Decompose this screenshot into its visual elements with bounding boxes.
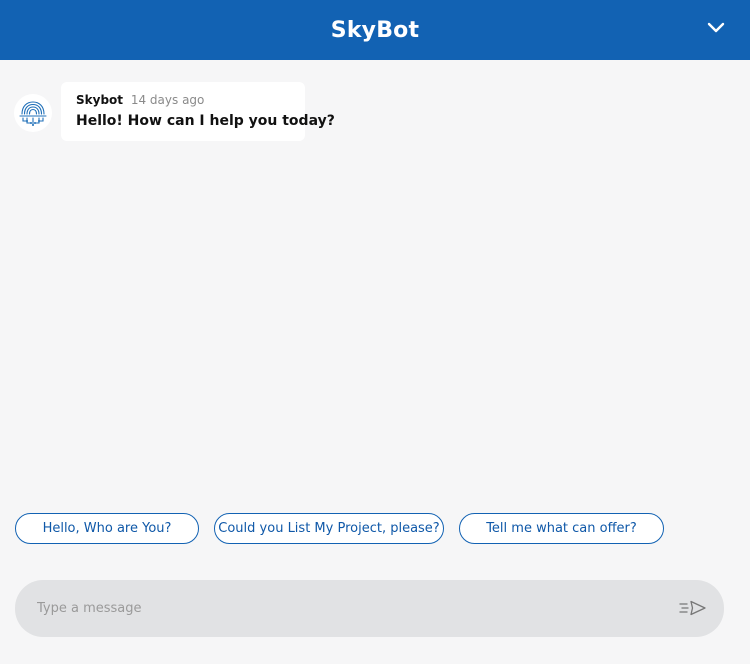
message-timestamp: 14 days ago bbox=[130, 93, 205, 107]
message-input[interactable] bbox=[37, 580, 637, 637]
message-composer bbox=[15, 580, 724, 637]
message-sender: Skybot bbox=[76, 93, 124, 107]
send-icon bbox=[679, 600, 706, 616]
message-bubble: Skybot 14 days ago Hello! How can I help… bbox=[61, 82, 335, 141]
suggestion-chip-who-are-you[interactable]: Hello, Who are You? bbox=[15, 513, 199, 544]
suggestion-chip-what-can-offer[interactable]: Tell me what can offer? bbox=[459, 513, 664, 544]
suggestion-chips: Hello, Who are You? Could you List My Pr… bbox=[15, 513, 664, 544]
message-meta: Skybot 14 days ago bbox=[76, 93, 204, 107]
collapse-chat-button[interactable] bbox=[704, 16, 728, 40]
chevron-down-icon bbox=[707, 22, 725, 33]
brain-circuit-icon bbox=[19, 101, 47, 126]
chat-title: SkyBot bbox=[330, 17, 420, 43]
suggestion-chip-list-projects[interactable]: Could you List My Project, please? bbox=[214, 513, 444, 544]
avatar bbox=[14, 94, 52, 132]
chat-header: SkyBot bbox=[0, 0, 750, 60]
send-button[interactable] bbox=[678, 596, 708, 620]
message-text: Hello! How can I help you today? bbox=[76, 113, 335, 129]
